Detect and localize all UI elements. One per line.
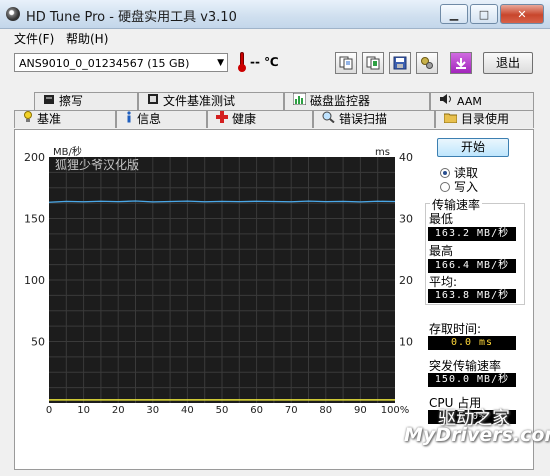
- menu-file[interactable]: 文件(F): [14, 30, 54, 47]
- floppy-disk-icon: [393, 56, 407, 70]
- max-value: 166.4 MB/秒: [428, 259, 516, 273]
- tab-aam-label: AAM: [457, 95, 482, 108]
- avg-label: 平均:: [429, 275, 458, 289]
- exit-button[interactable]: 退出: [483, 52, 533, 74]
- write-radio-label: 写入: [454, 180, 479, 194]
- download-button[interactable]: [450, 52, 472, 74]
- menu-bar: 文件(F) 帮助(H): [0, 29, 550, 47]
- close-button[interactable]: ✕: [500, 4, 544, 24]
- folder-icon: [443, 111, 458, 128]
- chevron-down-icon: ▼: [217, 58, 224, 68]
- menu-help[interactable]: 帮助(H): [66, 30, 108, 47]
- drive-select[interactable]: ANS9010_0_01234567 (15 GB) ▼: [14, 53, 228, 72]
- start-button[interactable]: 开始: [437, 138, 509, 157]
- tab-folder-usage[interactable]: 目录使用: [435, 110, 534, 128]
- min-value: 163.2 MB/秒: [428, 227, 516, 241]
- benchmark-bulb-icon: [23, 111, 33, 128]
- minimize-button[interactable]: ▁: [440, 4, 468, 24]
- tab-error-scan-label: 错误扫描: [339, 112, 388, 126]
- tab-erase[interactable]: 擦写: [34, 92, 138, 110]
- avg-value: 163.8 MB/秒: [428, 289, 516, 303]
- download-arrow-icon: [456, 58, 466, 69]
- tab-file-benchmark-label: 文件基准测试: [163, 94, 236, 108]
- write-radio-dot: [440, 181, 450, 192]
- copy-text-button[interactable]: [335, 52, 357, 74]
- tab-info[interactable]: 信息: [116, 110, 207, 128]
- write-radio[interactable]: 写入: [440, 178, 478, 195]
- tab-erase-label: 擦写: [59, 94, 84, 108]
- save-button[interactable]: [389, 52, 411, 74]
- copy-all-icon: [366, 56, 380, 70]
- settings-gear-icon: [421, 57, 433, 69]
- file-benchmark-icon: [147, 93, 159, 110]
- tab-aam[interactable]: AAM: [430, 92, 534, 110]
- tab-health-label: 健康: [232, 112, 257, 126]
- info-icon: [125, 111, 133, 128]
- temperature-readout: -- ℃: [250, 55, 279, 69]
- access-time-value: 0.0 ms: [428, 336, 516, 350]
- tab-disk-monitor[interactable]: 磁盘监控器: [284, 92, 430, 110]
- tab-error-scan[interactable]: 错误扫描: [313, 110, 435, 128]
- erase-icon: [43, 93, 55, 110]
- title-bar: HD Tune Pro - 硬盘实用工具 v3.10 ▁ □ ✕: [0, 0, 550, 29]
- drive-select-value: ANS9010_0_01234567 (15 GB): [19, 57, 190, 70]
- tab-info-label: 信息: [137, 112, 162, 126]
- burst-rate-value: 150.0 MB/秒: [428, 373, 516, 387]
- access-time-label: 存取时间:: [429, 322, 482, 336]
- copy-icon: [339, 56, 353, 70]
- tab-folder-usage-label: 目录使用: [461, 112, 510, 126]
- tab-benchmark[interactable]: 基准: [14, 110, 116, 128]
- tab-disk-monitor-label: 磁盘监控器: [310, 94, 371, 108]
- site-watermark: MyDrivers.com: [404, 424, 550, 446]
- speaker-icon: [439, 93, 453, 110]
- tab-benchmark-label: 基准: [37, 112, 62, 126]
- health-cross-icon: [216, 111, 228, 128]
- magnifier-icon: [322, 111, 335, 128]
- maximize-button[interactable]: □: [470, 4, 498, 24]
- read-radio-dot: [440, 167, 450, 178]
- tab-file-benchmark[interactable]: 文件基准测试: [138, 92, 284, 110]
- copy-all-button[interactable]: [362, 52, 384, 74]
- window-title: HD Tune Pro - 硬盘实用工具 v3.10: [26, 10, 237, 25]
- options-button[interactable]: [416, 52, 438, 74]
- burst-rate-label: 突发传输速率: [429, 359, 502, 373]
- min-label: 最低: [429, 212, 454, 226]
- disk-monitor-icon: [292, 92, 307, 110]
- app-disk-icon: [6, 7, 20, 21]
- thermometer-icon: [238, 52, 246, 72]
- max-label: 最高: [429, 244, 454, 258]
- tab-health[interactable]: 健康: [207, 110, 313, 128]
